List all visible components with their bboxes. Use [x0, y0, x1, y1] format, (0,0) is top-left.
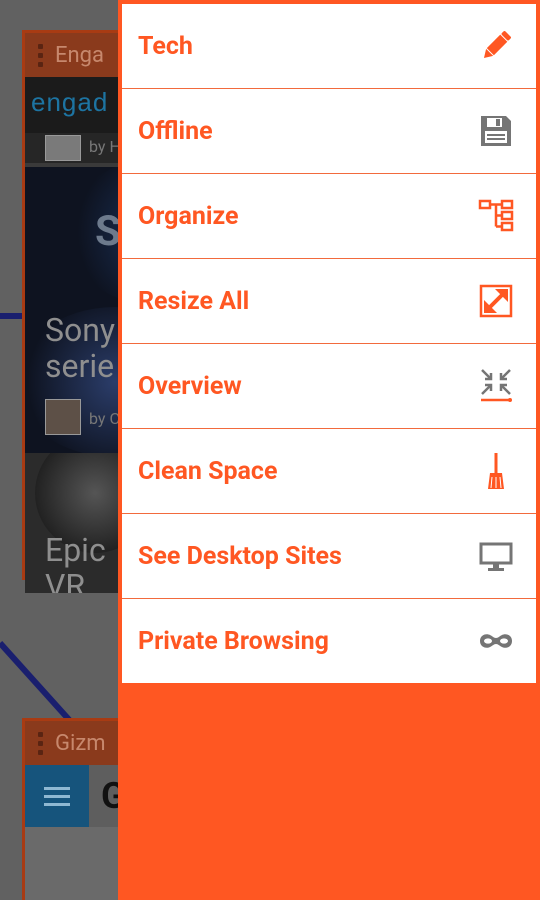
menu-item-label: See Desktop Sites: [138, 541, 342, 571]
article-card: Epic VR: [25, 453, 129, 593]
collapse-arrows-icon: [478, 368, 514, 404]
author-text: by H: [89, 137, 121, 156]
drawer-menu: Tech Offline Organize Resize All Overvie…: [122, 4, 536, 683]
menu-item-tech[interactable]: Tech: [122, 4, 536, 89]
article-image: S: [95, 207, 121, 256]
site-body: G: [25, 765, 129, 900]
card-menu-icon[interactable]: [25, 731, 55, 755]
card-title: Enga: [55, 42, 104, 68]
menu-item-label: Organize: [138, 201, 239, 231]
card-menu-icon[interactable]: [25, 43, 55, 67]
mask-icon: [478, 623, 514, 659]
author-text: by C: [89, 409, 120, 428]
author-thumbnail: [45, 135, 81, 161]
pencil-icon: [478, 28, 514, 64]
site-logo: engad: [31, 87, 109, 117]
menu-item-label: Overview: [138, 371, 242, 401]
article-headline-line2: VR: [45, 567, 86, 593]
monitor-icon: [478, 538, 514, 574]
broom-icon: [478, 453, 514, 489]
tree-structure-icon: [478, 198, 514, 234]
menu-item-offline[interactable]: Offline: [122, 89, 536, 174]
menu-item-clean-space[interactable]: Clean Space: [122, 429, 536, 514]
menu-item-overview[interactable]: Overview: [122, 344, 536, 429]
site-header: engad: [25, 77, 129, 133]
floppy-disk-icon: [478, 113, 514, 149]
menu-item-label: Resize All: [138, 286, 250, 316]
author-avatar: [45, 399, 81, 435]
site-header: G: [25, 765, 129, 827]
connector-line: [0, 640, 76, 727]
article-card: S Sony serie by C: [25, 167, 129, 453]
menu-item-private-browsing[interactable]: Private Browsing: [122, 599, 536, 683]
article-headline-line2: serie: [45, 347, 115, 385]
side-drawer: Tech Offline Organize Resize All Overvie…: [118, 0, 540, 900]
menu-item-organize[interactable]: Organize: [122, 174, 536, 259]
menu-item-resize-all[interactable]: Resize All: [122, 259, 536, 344]
menu-item-label: Clean Space: [138, 456, 278, 486]
expand-arrows-icon: [478, 283, 514, 319]
card-header: Enga: [25, 33, 129, 77]
menu-item-label: Offline: [138, 116, 213, 146]
menu-item-see-desktop-sites[interactable]: See Desktop Sites: [122, 514, 536, 599]
author-line: by H: [25, 133, 129, 163]
card-title: Gizm: [55, 730, 106, 756]
article-headline: Epic: [45, 531, 106, 569]
menu-item-label: Tech: [138, 31, 193, 61]
card-header: Gizm: [25, 721, 129, 765]
hamburger-icon[interactable]: [25, 765, 89, 827]
menu-item-label: Private Browsing: [138, 626, 329, 656]
article-headline: Sony: [45, 311, 116, 349]
tab-card-gizmodo[interactable]: Gizm G: [22, 718, 132, 900]
tab-card-engadget[interactable]: Enga engad by H S Sony serie by C Epic V…: [22, 30, 132, 593]
